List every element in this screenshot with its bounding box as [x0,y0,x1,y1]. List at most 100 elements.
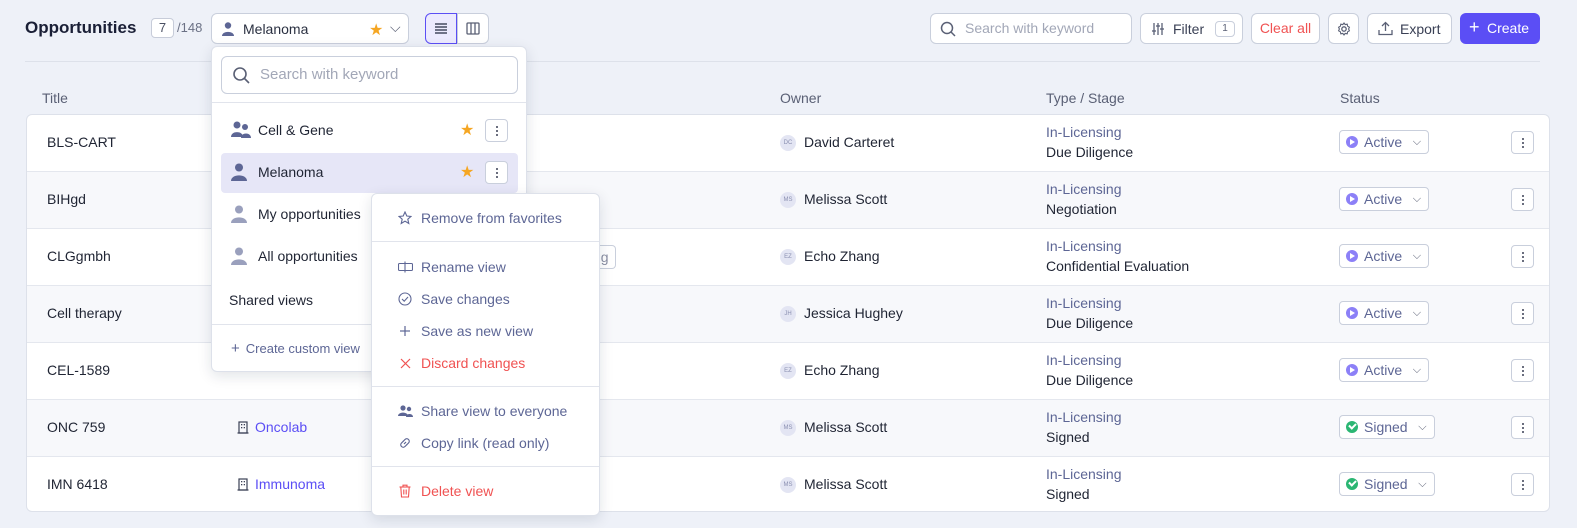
status-label: Active [1364,305,1403,321]
table-row[interactable]: IMN 6418 Immunoma MS Melissa Scott In-Li… [27,457,1549,511]
status-dropdown[interactable]: Signed ⌵ [1339,415,1435,439]
view-more-button[interactable] [485,119,508,142]
row-more-button[interactable] [1511,473,1534,496]
person-icon [231,205,247,223]
list-icon [435,23,447,34]
view-selector[interactable]: Melanoma ★ ⌵ [211,13,409,44]
chevron-down-icon: ⌵ [1412,193,1422,205]
avatar: EZ [780,249,796,265]
row-more-button[interactable] [1511,416,1534,439]
status-dropdown[interactable]: Active ⌵ [1339,187,1430,211]
more-vertical-icon [496,126,498,128]
status-dropdown[interactable]: Active ⌵ [1339,130,1430,154]
row-owner: Jessica Hughey [804,305,903,321]
check-circle-icon [397,292,413,309]
create-label: Create [1487,20,1530,36]
row-owner: Melissa Scott [804,191,888,207]
person-icon [222,22,234,36]
avatar: DC [780,135,796,151]
column-header-type-stage[interactable]: Type / Stage [1046,90,1125,106]
trash-icon [397,484,413,501]
status-label: Active [1364,191,1403,207]
play-icon [1346,193,1358,205]
column-header-status[interactable]: Status [1340,90,1380,106]
column-header-owner[interactable]: Owner [780,90,821,106]
more-vertical-icon [1522,195,1524,197]
list-layout-button[interactable] [425,13,457,44]
row-more-button[interactable] [1511,359,1534,382]
favorite-star-icon[interactable]: ★ [369,20,383,40]
clear-all-button[interactable]: Clear all [1251,13,1320,44]
current-view-label: Melanoma [243,21,309,37]
row-owner: David Carteret [804,134,895,150]
row-type: In-Licensing [1046,181,1122,197]
column-header-title[interactable]: Title [42,90,68,106]
view-item-cell-gene[interactable]: Cell & Gene ★ [221,111,518,151]
settings-button[interactable] [1328,13,1359,44]
columns-layout-button[interactable] [457,13,489,44]
status-label: Active [1364,134,1403,150]
menu-item-label: Save as new view [421,323,534,339]
row-type: In-Licensing [1046,238,1122,254]
view-item-melanoma[interactable]: Melanoma ★ [221,153,518,193]
chevron-down-icon: ⌵ [390,19,401,35]
view-more-button[interactable] [485,161,508,184]
check-icon [1346,421,1358,433]
row-more-button[interactable] [1511,131,1534,154]
row-stage: Due Diligence [1046,315,1134,331]
more-vertical-icon [1522,366,1524,368]
view-item-label: My opportunities [258,206,361,222]
row-type: In-Licensing [1046,295,1122,311]
favorite-star-icon[interactable]: ★ [460,120,474,140]
divider [212,102,526,103]
chevron-down-icon: ⌵ [1412,136,1422,148]
row-stage: Negotiation [1046,201,1117,217]
row-owner: Melissa Scott [804,419,888,435]
status-dropdown[interactable]: Active ⌵ [1339,358,1430,382]
create-button[interactable]: + Create [1460,13,1540,44]
status-dropdown[interactable]: Active ⌵ [1339,244,1430,268]
row-title: CEL-1589 [47,362,111,378]
status-label: Signed [1364,419,1408,435]
plus-icon [397,324,413,340]
search-input[interactable] [930,13,1132,44]
rename-icon [397,260,413,276]
view-search-field[interactable] [260,66,500,83]
status-dropdown[interactable]: Active ⌵ [1339,301,1430,325]
company-link[interactable]: Immunoma [237,476,325,492]
more-vertical-icon [1522,138,1524,140]
view-item-label: Cell & Gene [258,122,334,138]
row-title: CLGgmbh [47,248,111,264]
status-dropdown[interactable]: Signed ⌵ [1339,472,1435,496]
menu-item-label: Delete view [421,483,494,499]
shared-views-heading[interactable]: Shared views [229,292,313,308]
row-type: In-Licensing [1046,352,1122,368]
favorite-star-icon[interactable]: ★ [460,162,474,182]
avatar: MS [780,420,796,436]
row-type: In-Licensing [1046,466,1122,482]
export-button[interactable]: Export [1367,13,1452,44]
table-row[interactable]: ONC 759 Oncolab MS Melissa Scott In-Lice… [27,400,1549,457]
chevron-down-icon: ⌵ [1418,421,1427,433]
row-stage: Signed [1046,429,1090,445]
create-custom-view-button[interactable]: + Create custom view [231,340,360,357]
row-title: Cell therapy [47,305,122,321]
chevron-down-icon: ⌵ [1418,478,1427,490]
filter-button[interactable]: Filter 1 [1140,13,1243,44]
total-count: /148 [177,20,203,35]
export-icon [1378,21,1393,36]
more-vertical-icon [1522,480,1524,482]
row-owner: Echo Zhang [804,248,880,264]
play-icon [1346,364,1358,376]
search-field[interactable] [965,20,1125,36]
row-more-button[interactable] [1511,188,1534,211]
view-search-input[interactable] [221,56,518,94]
chevron-down-icon: ⌵ [1412,364,1422,376]
row-more-button[interactable] [1511,302,1534,325]
row-more-button[interactable] [1511,245,1534,268]
more-vertical-icon [496,168,498,170]
row-title: IMN 6418 [47,476,108,492]
menu-item-label: Remove from favorites [421,210,562,226]
company-link[interactable]: Oncolab [237,419,307,435]
row-owner: Echo Zhang [804,362,880,378]
